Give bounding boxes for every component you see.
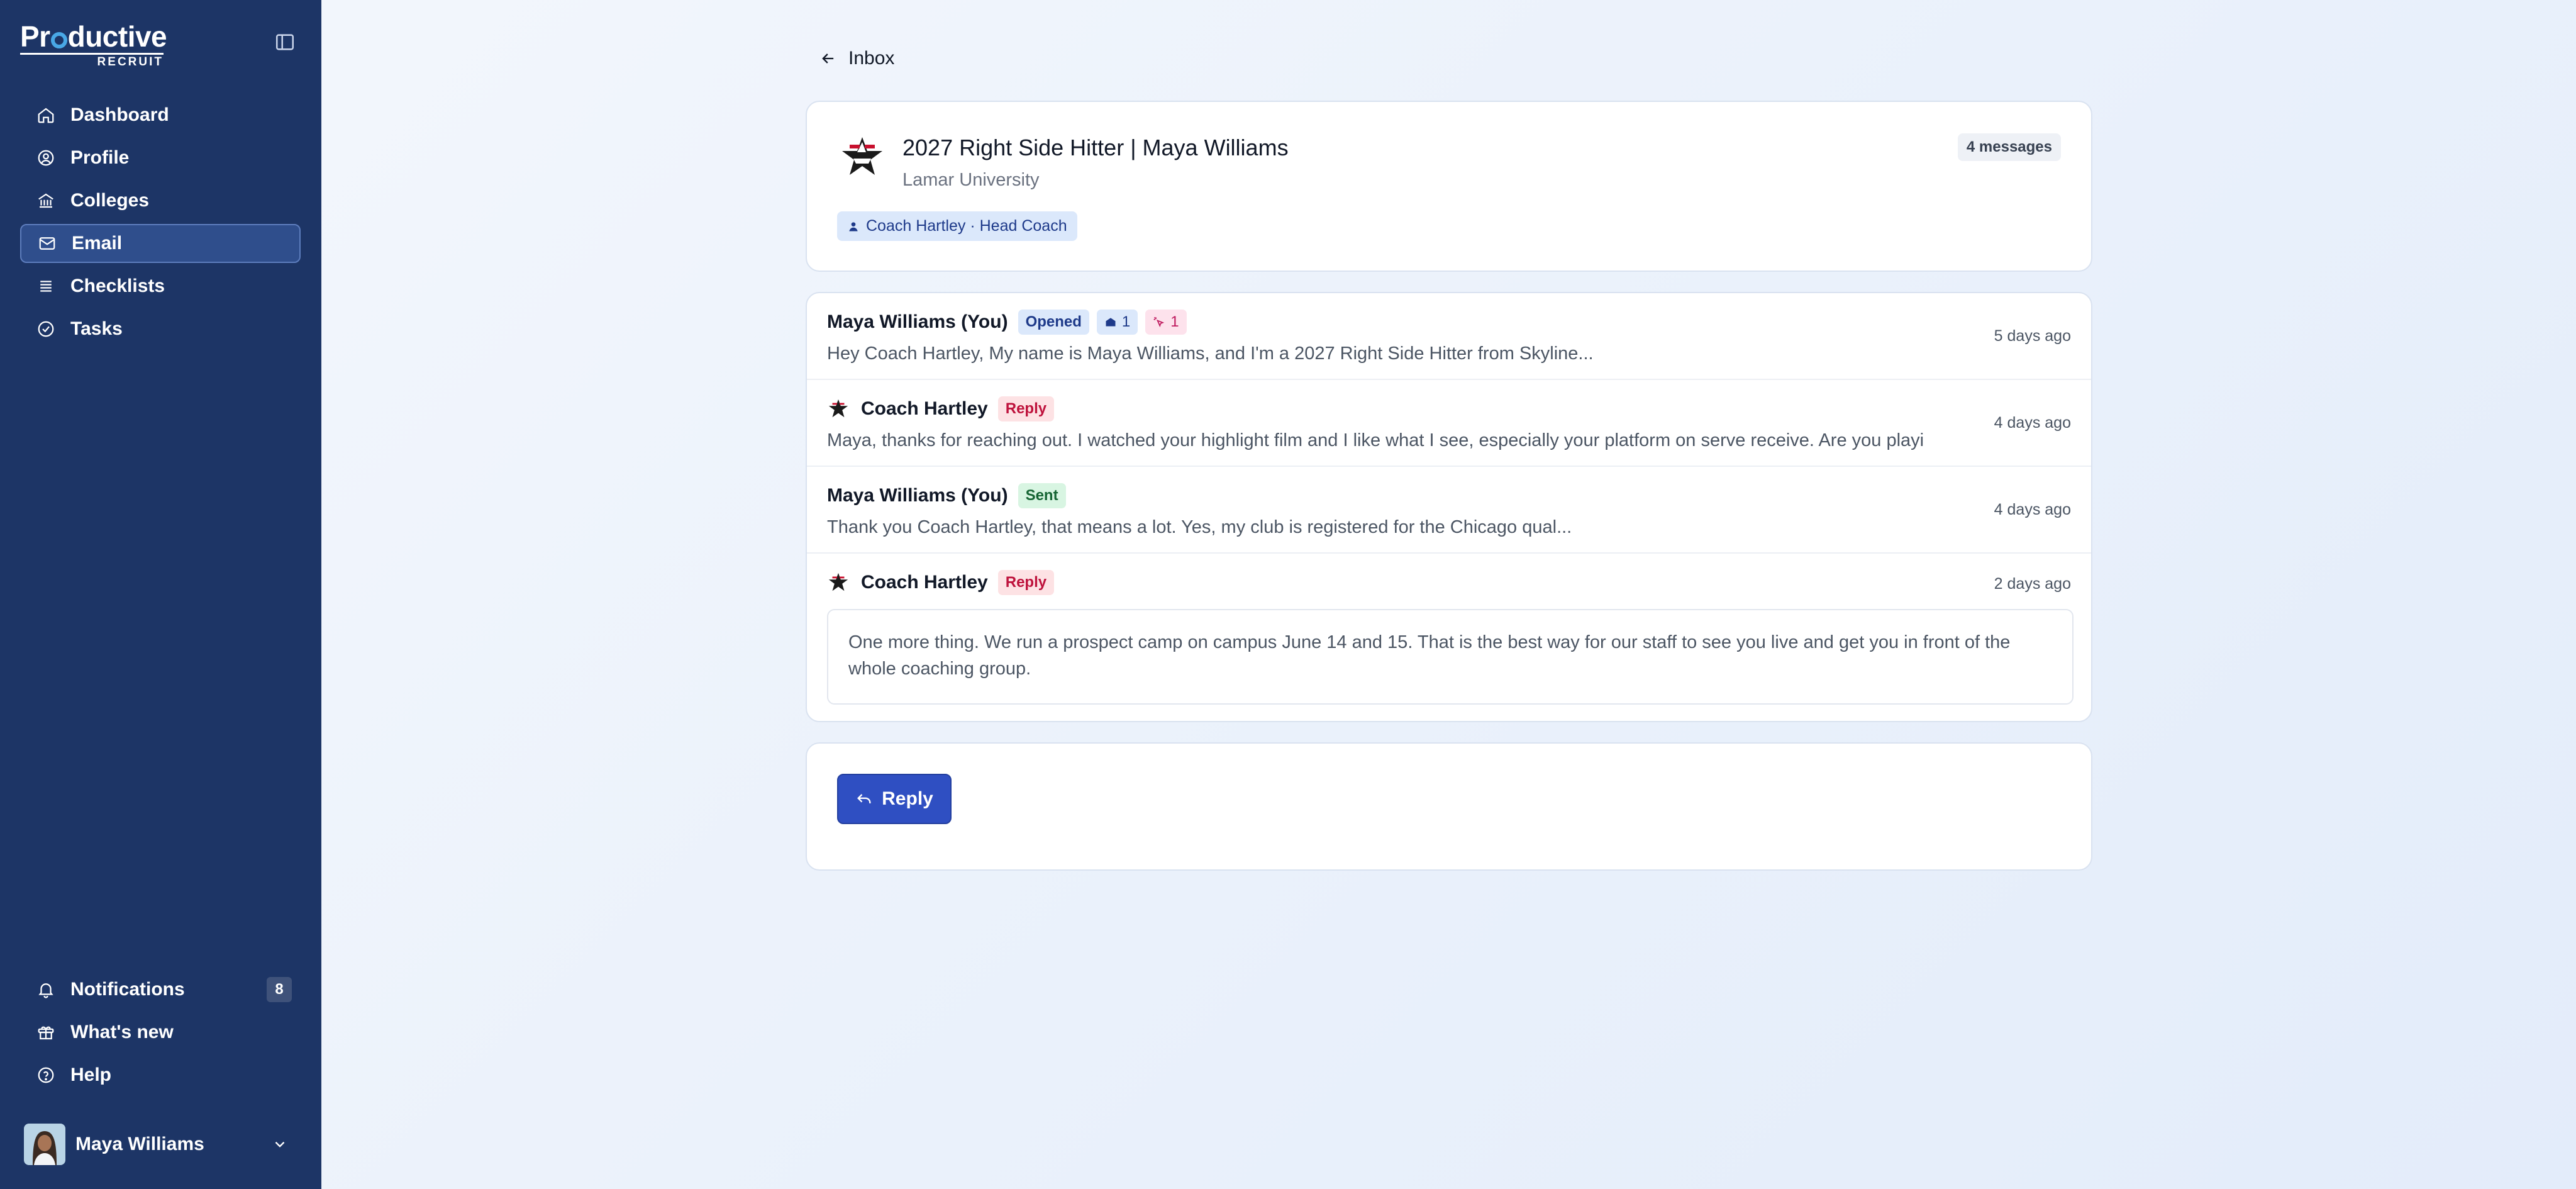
brand-name-bottom: RECRUIT: [20, 53, 164, 69]
sidebar-item-colleges[interactable]: Colleges: [20, 181, 301, 220]
thread-header-card: 2027 Right Side Hitter | Maya Williams L…: [806, 101, 2092, 272]
sidebar-item-email[interactable]: Email: [20, 224, 301, 263]
message-body: One more thing. We run a prospect camp o…: [827, 609, 2074, 705]
sidebar-item-label: Checklists: [70, 276, 165, 296]
open-count-badge: 1: [1096, 310, 1138, 335]
message-sender: Maya Williams (You): [827, 485, 1008, 506]
sidebar: Pr ductive RECRUIT Dashboard Profile Coll…: [0, 0, 321, 1189]
arrow-left-icon: [822, 53, 834, 64]
message-sender: Coach Hartley: [861, 572, 988, 593]
notification-count-badge: 8: [267, 977, 292, 1002]
message-row[interactable]: Coach Hartley Reply Maya, thanks for rea…: [807, 380, 2091, 467]
chevron-down-icon: [275, 1141, 285, 1147]
sidebar-toggle-icon[interactable]: [274, 31, 296, 53]
message-row[interactable]: Maya Williams (You) Opened 1 1 Hey Coach…: [807, 293, 2091, 380]
brand-logo[interactable]: Pr ductive RECRUIT: [20, 21, 167, 69]
sidebar-item-label: Profile: [70, 147, 130, 168]
status-badge: Sent: [1018, 483, 1066, 508]
secondary-nav: Notifications 8 What's new Help: [20, 970, 301, 1098]
message-row[interactable]: Maya Williams (You) Sent Thank you Coach…: [807, 467, 2091, 554]
status-badge: Opened: [1018, 310, 1089, 335]
message-preview: Thank you Coach Hartley, that means a lo…: [827, 517, 1572, 537]
sidebar-item-help[interactable]: Help: [20, 1056, 301, 1095]
bell-icon: [38, 983, 53, 998]
status-badge: Reply: [997, 570, 1055, 595]
message-count-badge: 4 messages: [1957, 133, 2061, 161]
pointer-click-icon: [1153, 316, 1165, 328]
school-logo: [842, 137, 882, 175]
sidebar-item-dashboard[interactable]: Dashboard: [20, 96, 301, 135]
back-to-inbox-link[interactable]: Inbox: [819, 48, 894, 69]
reply-card: Reply: [806, 742, 2092, 871]
click-count-badge: 1: [1145, 310, 1187, 335]
reply-button-label: Reply: [882, 788, 933, 809]
school-name: Lamar University: [902, 170, 1040, 190]
home-icon: [38, 108, 54, 123]
mail-icon: [39, 237, 55, 250]
coach-chip-label: Coach Hartley · Head Coach: [866, 217, 1067, 235]
sidebar-item-label: What's new: [70, 1022, 174, 1042]
sidebar-item-label: Email: [72, 233, 123, 254]
coach-avatar-logo: [828, 399, 848, 418]
envelope-open-icon: [1106, 318, 1116, 327]
coach-chip[interactable]: Coach Hartley · Head Coach: [837, 211, 1077, 241]
message-list: Maya Williams (You) Opened 1 1 Hey Coach…: [806, 292, 2092, 722]
sidebar-item-label: Colleges: [70, 190, 150, 211]
gift-icon: [38, 1026, 54, 1040]
user-icon: [849, 221, 858, 231]
user-circle-icon: [38, 150, 54, 166]
brand-name-top: Pr ductive: [20, 20, 167, 53]
message-time: 2 days ago: [1994, 575, 2071, 593]
building-icon: [38, 193, 53, 208]
user-name: Maya Williams: [75, 1134, 204, 1154]
message-sender: Coach Hartley: [861, 398, 988, 419]
message-time: 4 days ago: [1994, 414, 2071, 432]
sidebar-item-label: Tasks: [70, 318, 123, 339]
status-badge: Reply: [997, 396, 1055, 421]
user-menu[interactable]: Maya Williams: [24, 1124, 288, 1165]
avatar: [24, 1124, 65, 1165]
coach-avatar-logo: [828, 572, 848, 591]
sidebar-item-whats-new[interactable]: What's new: [20, 1013, 301, 1052]
message-time: 4 days ago: [1994, 501, 2071, 518]
sidebar-item-label: Help: [70, 1064, 112, 1085]
message-preview: Hey Coach Hartley, My name is Maya Willi…: [827, 343, 1594, 364]
sidebar-item-label: Notifications: [70, 979, 185, 1000]
thread-title: 2027 Right Side Hitter | Maya Williams: [902, 135, 1289, 160]
reply-button[interactable]: Reply: [837, 774, 952, 824]
sidebar-item-profile[interactable]: Profile: [20, 138, 301, 177]
sidebar-item-checklists[interactable]: Checklists: [20, 267, 301, 306]
message-sender: Maya Williams (You): [827, 311, 1008, 332]
back-link-label: Inbox: [848, 48, 895, 69]
sidebar-item-notifications[interactable]: Notifications 8: [20, 970, 301, 1009]
help-circle-icon: [38, 1067, 54, 1083]
list-icon: [40, 281, 52, 292]
reply-icon: [857, 794, 871, 803]
main-nav: Dashboard Profile Colleges Email Checkli…: [20, 96, 301, 352]
sidebar-item-tasks[interactable]: Tasks: [20, 310, 301, 349]
check-circle-icon: [38, 321, 54, 337]
message-preview: Maya, thanks for reaching out. I watched…: [827, 430, 1924, 450]
sidebar-item-label: Dashboard: [70, 104, 169, 125]
message-time: 5 days ago: [1994, 327, 2071, 345]
